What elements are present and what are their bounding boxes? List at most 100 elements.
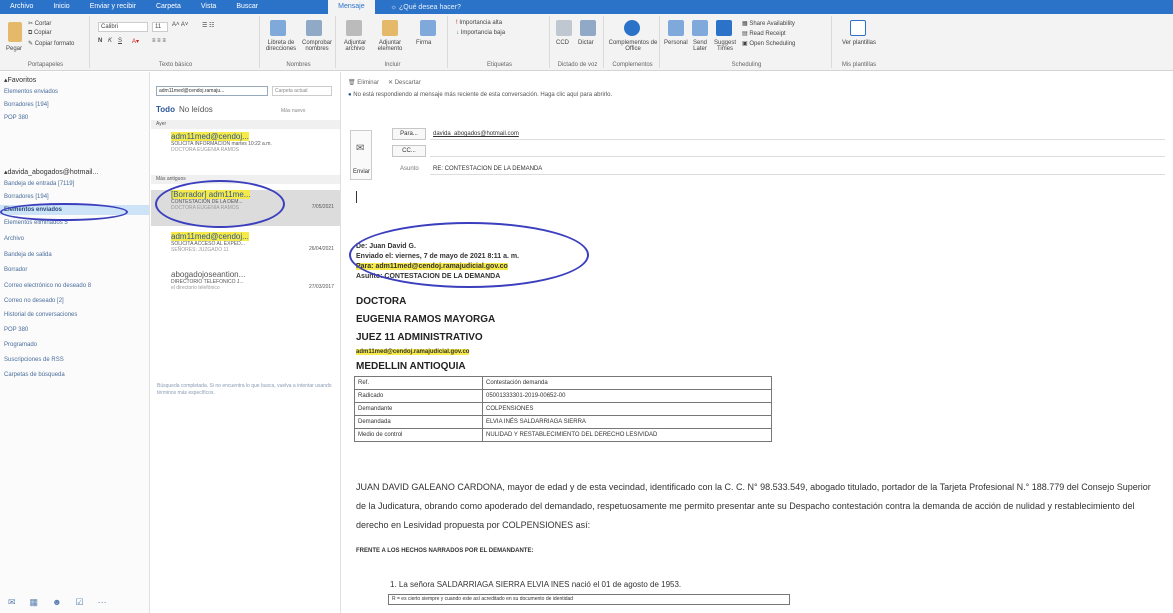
tell-me-input[interactable]: ☼ ¿Qué desea hacer? [375, 4, 461, 11]
tab-file[interactable]: Archivo [0, 0, 43, 14]
suggest-times-button[interactable]: Suggest Times [712, 40, 738, 52]
tab-search[interactable]: Buscar [226, 0, 268, 14]
read-receipt-button[interactable]: ▤ Read Receipt [742, 30, 786, 37]
tasks-icon[interactable]: ☑ [76, 597, 84, 608]
filter-all[interactable]: Todo [156, 105, 175, 114]
folder-pane: ▴Favoritos Elementos enviados Borradores… [0, 72, 150, 613]
font-group-label: Texto básico [158, 62, 193, 68]
tab-send-receive[interactable]: Enviar y recibir [80, 0, 146, 14]
favorites-header[interactable]: ▴Favoritos [4, 76, 36, 84]
include-group: Adjuntar archivo Adjuntar elemento Firma… [338, 16, 448, 68]
search-input[interactable]: adm11med@cendoj.ramaju... [156, 86, 268, 96]
more-icon[interactable]: ··· [98, 597, 107, 607]
send-button[interactable]: ✉ Enviar [350, 130, 372, 180]
folder-junk[interactable]: Correo electrónico no deseado 8 [4, 283, 91, 289]
subject-field[interactable]: RE: CONTESTACION DE LA DEMANDA [430, 163, 1165, 175]
check-names-button[interactable]: Comprobar nombres [298, 40, 336, 52]
folder-outbox[interactable]: Bandeja de salida [4, 252, 52, 258]
scissors-icon: ✂ [28, 21, 35, 27]
sort-select[interactable]: Más nuevo [281, 108, 305, 114]
text-cursor [356, 191, 357, 203]
grow-font-icon[interactable]: A˄ A˅ [172, 22, 188, 28]
suggest-times-icon [716, 20, 732, 36]
info-bar[interactable]: ● No está respondiendo al mensaje más re… [348, 92, 1168, 98]
discard-button[interactable]: ✕ Descartar [388, 79, 421, 86]
favorite-sent[interactable]: Elementos enviados [4, 89, 58, 95]
office-addins-button[interactable]: Complementos de Office [608, 40, 658, 52]
personal-button[interactable]: Personal [664, 40, 688, 46]
address-book-icon [270, 20, 286, 36]
high-importance-button[interactable]: ! Importancia alta [456, 20, 502, 26]
filter-unread[interactable]: No leídos [179, 105, 213, 114]
italic-button[interactable]: K [108, 38, 112, 44]
folder-search-folders[interactable]: Carpetas de búsqueda [4, 372, 65, 378]
copy-button[interactable]: ⧉ Copiar [28, 30, 52, 37]
paperclip-icon [346, 20, 362, 36]
tab-view[interactable]: Vista [191, 0, 226, 14]
attach-item-icon [382, 20, 398, 36]
font-color-icon[interactable]: A▾ [132, 38, 139, 45]
list-item[interactable]: abogadojoseantion... DIRECTORIO TELEFONI… [151, 270, 340, 306]
dictate-button[interactable]: Dictar [578, 40, 594, 46]
low-importance-button[interactable]: ↓ Importancia baja [456, 30, 505, 36]
group-header-yesterday[interactable]: Ayer [151, 120, 340, 129]
delete-button[interactable]: 🗑 Eliminar [348, 79, 379, 86]
paste-button[interactable]: Pegar [6, 46, 22, 52]
ribbon: Pegar ✂ Cortar ⧉ Copiar ✎ Copiar formato… [0, 14, 1173, 71]
search-scope-select[interactable]: Carpeta actual [272, 86, 332, 96]
cc-field[interactable] [430, 145, 1165, 157]
ccd-button[interactable]: CCD [556, 40, 569, 46]
send-later-icon [692, 20, 708, 36]
bold-button[interactable]: N [98, 38, 102, 44]
view-templates-button[interactable]: Ver plantillas [840, 40, 878, 46]
tab-home[interactable]: Inicio [43, 0, 79, 14]
annotation-circle-message [155, 180, 285, 228]
to-button[interactable]: Para... [392, 128, 426, 140]
ribbon-tab-bar: Archivo Inicio Enviar y recibir Carpeta … [0, 0, 1173, 14]
tab-folder[interactable]: Carpeta [146, 0, 191, 14]
templates-group: Ver plantillas Mis plantillas [834, 16, 884, 68]
tab-message[interactable]: Mensaje [328, 0, 375, 14]
font-name-select[interactable]: Calibri [98, 22, 148, 32]
share-availability-button[interactable]: ▦ Share Availability [742, 20, 795, 27]
people-icon[interactable]: ☻ [52, 597, 61, 607]
table-cell: Contestación demanda [482, 376, 772, 390]
attach-file-button[interactable]: Adjuntar archivo [340, 40, 370, 52]
list-item[interactable]: adm11med@cendoj... SOLICITA ACCESO AL EX… [151, 232, 340, 268]
mail-icon[interactable]: ✉ [8, 597, 16, 608]
calendar-icon[interactable]: ▦ [30, 597, 39, 608]
align-icons[interactable]: ≡ ≡ ≡ [152, 38, 166, 44]
favorite-pop[interactable]: POP 380 [4, 115, 28, 121]
folder-pop[interactable]: POP 380 [4, 327, 28, 333]
folder-inbox[interactable]: Bandeja de entrada [7119] [4, 181, 74, 187]
template-icon [850, 20, 866, 36]
body-email[interactable]: adm11med@cendoj.ramajudicial.gov.co [356, 349, 470, 355]
folder-archive[interactable]: Archivo [4, 236, 24, 242]
cut-button[interactable]: ✂ Cortar [28, 20, 51, 27]
folder-conversation-history[interactable]: Historial de conversaciones [4, 312, 77, 318]
send-later-button[interactable]: Send Later [688, 40, 712, 52]
table-cell: Radicado [354, 389, 483, 403]
paste-icon [8, 22, 22, 42]
favorite-drafts[interactable]: Borradores [194] [4, 102, 49, 108]
open-scheduling-button[interactable]: ▣ Open Scheduling [742, 40, 795, 47]
bullets-icon[interactable]: ☰ ☷ [202, 22, 214, 29]
font-size-select[interactable]: 11 [152, 22, 168, 32]
account-header[interactable]: ▴davida_abogados@hotmail... [4, 168, 98, 176]
folder-drafts[interactable]: Borradores [194] [4, 194, 49, 200]
format-painter-button[interactable]: ✎ Copiar formato [28, 40, 74, 47]
folder-spam[interactable]: Correo no deseado [2] [4, 298, 64, 304]
folder-draft[interactable]: Borrador [4, 267, 27, 273]
table-cell: Demandante [354, 402, 483, 416]
cc-button[interactable]: CC... [392, 145, 426, 157]
office-addins-icon [624, 20, 640, 36]
folder-rss[interactable]: Suscripciones de RSS [4, 357, 64, 363]
folder-scheduled[interactable]: Programado [4, 342, 37, 348]
dictate-group-label: Dictado de voz [557, 62, 598, 68]
address-book-button[interactable]: Libreta de direcciones [264, 40, 298, 52]
to-field[interactable]: davida_abogados@hotmail.com [430, 128, 1165, 140]
signature-button[interactable]: Firma [416, 40, 431, 46]
list-item[interactable]: adm11med@cendoj... SOLICITA INFORMACION … [151, 132, 340, 172]
underline-button[interactable]: S [118, 38, 122, 44]
attach-item-button[interactable]: Adjuntar elemento [372, 40, 408, 52]
